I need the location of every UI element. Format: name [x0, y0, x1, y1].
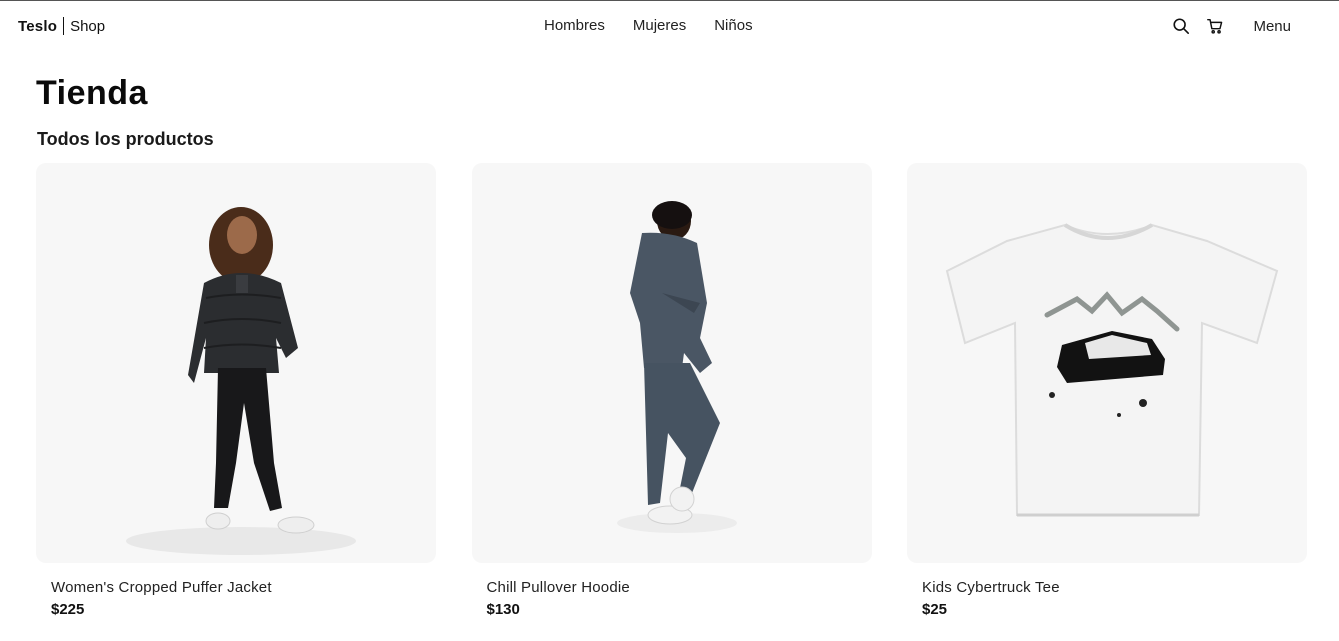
category-nav: Hombres Mujeres Niños: [530, 10, 767, 41]
cart-button[interactable]: [1201, 12, 1229, 40]
brand-subtitle: Shop: [70, 17, 106, 35]
product-price: $25: [922, 601, 948, 618]
product-image-link[interactable]: [36, 163, 436, 563]
search-icon: [1173, 18, 1190, 35]
menu-button[interactable]: Menu: [1245, 14, 1299, 39]
product-image-link[interactable]: [907, 163, 1307, 563]
product-grid: Women's Cropped Puffer Jacket $225 Chill…: [36, 163, 1307, 618]
nav-link-hombres[interactable]: Hombres: [530, 10, 619, 41]
top-navbar: Teslo Shop Hombres Mujeres Niños Menu: [0, 1, 1339, 51]
product-card[interactable]: Chill Pullover Hoodie $130: [471, 163, 872, 618]
product-card[interactable]: Women's Cropped Puffer Jacket $225: [36, 163, 436, 618]
product-image-link[interactable]: [471, 163, 872, 563]
brand-divider: [63, 17, 65, 35]
man-hoodie-image: [616, 201, 737, 533]
page-subtitle: Todos los productos: [37, 129, 214, 149]
product-title[interactable]: Kids Cybertruck Tee: [922, 579, 1307, 596]
search-button[interactable]: [1167, 12, 1195, 40]
product-title[interactable]: Chill Pullover Hoodie: [487, 579, 872, 596]
product-price: $225: [51, 601, 85, 618]
product-price: $130: [486, 601, 520, 618]
brand-logo-link[interactable]: Teslo Shop: [18, 16, 105, 36]
product-title[interactable]: Women's Cropped Puffer Jacket: [51, 579, 436, 596]
nav-link-ninos[interactable]: Niños: [700, 10, 766, 41]
brand-name: Teslo: [18, 17, 58, 35]
product-card[interactable]: Kids Cybertruck Tee $25: [907, 163, 1307, 618]
nav-link-mujeres[interactable]: Mujeres: [619, 10, 700, 41]
navbar-actions: Menu: [1167, 12, 1299, 40]
cybertruck-tee-image: [945, 223, 1279, 517]
woman-puffer-jacket-image: [126, 207, 356, 555]
cart-icon: [1207, 18, 1223, 34]
page-title: Tienda: [36, 74, 148, 112]
